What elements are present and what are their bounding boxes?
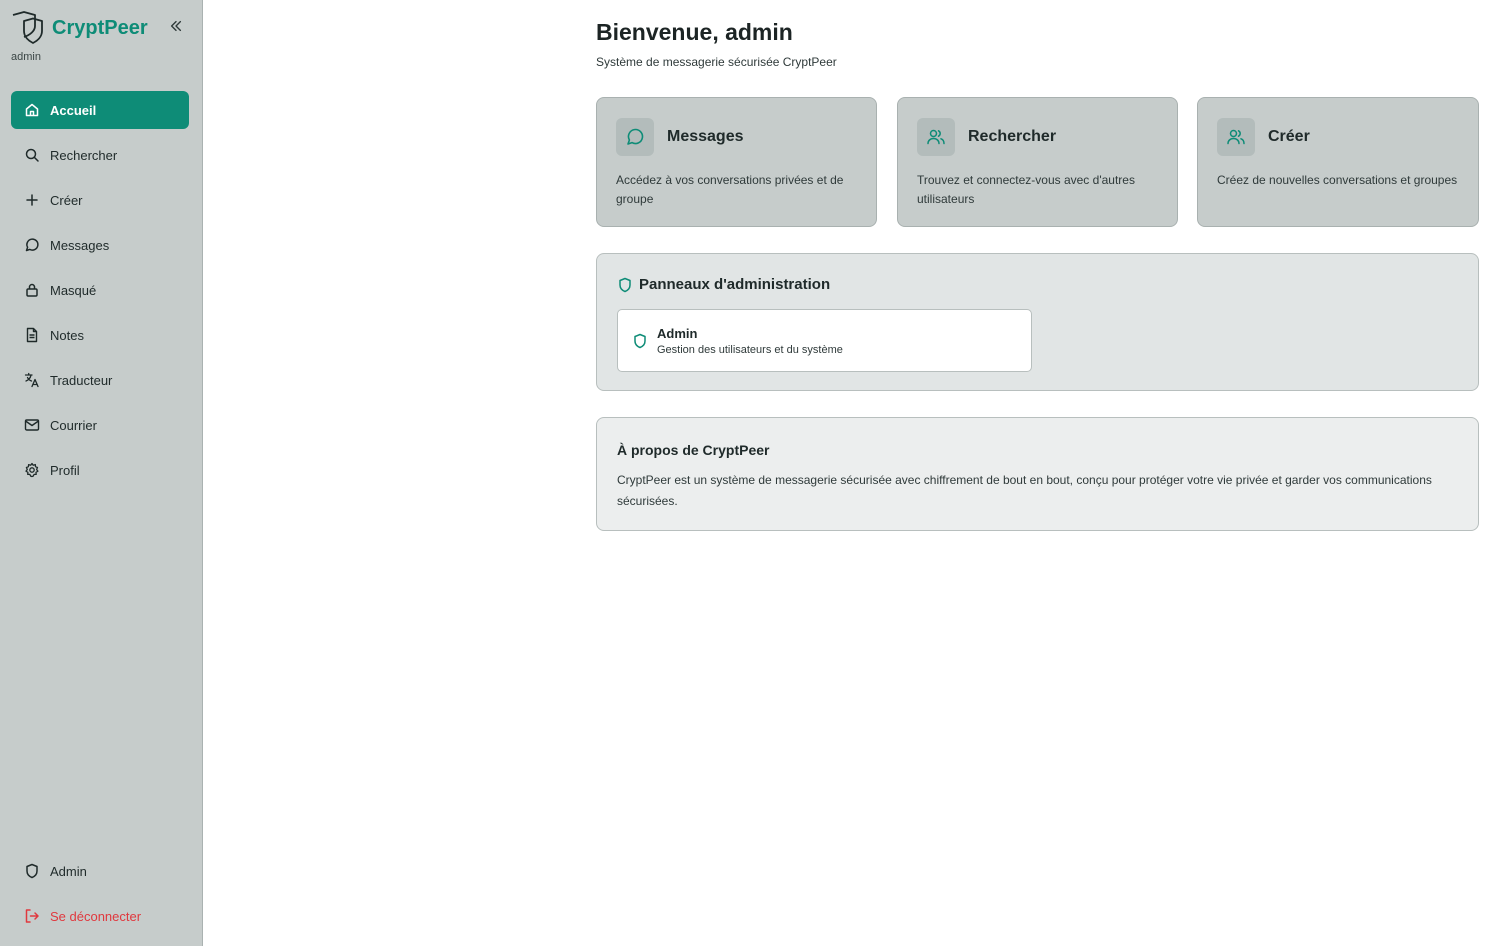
chevrons-left-icon <box>170 20 182 32</box>
search-icon <box>24 147 40 163</box>
users-icon <box>1217 118 1255 156</box>
sidebar-nav: Accueil Rechercher Créer Messages Masqué <box>11 91 189 496</box>
about-section: À propos de CryptPeer CryptPeer est un s… <box>596 417 1479 531</box>
lock-icon <box>24 282 40 298</box>
page-title: Bienvenue, admin <box>596 19 793 45</box>
sidebar-item-courrier[interactable]: Courrier <box>11 406 189 444</box>
about-text: CryptPeer est un système de messagerie s… <box>617 473 1432 508</box>
card-description: Créez de nouvelles conversations et grou… <box>1217 173 1458 187</box>
sidebar-item-creer[interactable]: Créer <box>11 181 189 219</box>
admin-panels-title: Panneaux d'administration <box>617 276 830 293</box>
sidebar-bottom: Admin Se déconnecter <box>11 852 189 942</box>
shield-icon <box>617 277 633 293</box>
card-title: Messages <box>667 128 744 145</box>
sidebar-item-label: Traducteur <box>50 372 113 388</box>
sidebar-item-label: Profil <box>50 462 80 478</box>
sidebar-item-label: Rechercher <box>50 147 118 163</box>
logout-icon <box>24 908 40 924</box>
sidebar-item-admin[interactable]: Admin <box>11 852 189 890</box>
card-title: Créer <box>1268 128 1310 145</box>
sidebar-item-label: Masqué <box>50 282 97 298</box>
admin-card-description: Gestion des utilisateurs et du système <box>657 344 843 356</box>
sidebar-item-rechercher[interactable]: Rechercher <box>11 136 189 174</box>
plus-icon <box>24 192 40 208</box>
sidebar-item-label: Notes <box>50 327 84 343</box>
collapse-sidebar-button[interactable] <box>166 16 186 36</box>
admin-panels-section: Panneaux d'administration Admin Gestion … <box>596 253 1479 391</box>
gear-icon <box>24 462 40 478</box>
mail-icon <box>24 417 40 433</box>
sidebar-item-label: Créer <box>50 192 83 208</box>
card-description: Accédez à vos conversations privées et d… <box>616 173 844 206</box>
shield-icon <box>632 333 648 349</box>
note-icon <box>24 327 40 343</box>
sidebar-item-accueil[interactable]: Accueil <box>11 91 189 129</box>
logout-label: Se déconnecter <box>50 908 142 924</box>
creer-card[interactable]: Créer Créez de nouvelles conversations e… <box>1197 97 1479 227</box>
messages-card[interactable]: Messages Accédez à vos conversations pri… <box>596 97 877 227</box>
admin-panel-card[interactable]: Admin Gestion des utilisateurs et du sys… <box>617 309 1032 372</box>
sidebar: CryptPeer admin Accueil Rechercher Créer <box>0 0 203 946</box>
sidebar-item-label: Messages <box>50 237 110 253</box>
logout-button[interactable]: Se déconnecter <box>11 897 189 935</box>
home-icon <box>24 102 40 118</box>
admin-card-title: Admin <box>657 326 698 341</box>
message-icon <box>24 237 40 253</box>
brand[interactable]: CryptPeer <box>10 10 148 46</box>
page-subtitle: Système de messagerie sécurisée CryptPee… <box>596 55 837 69</box>
sidebar-item-label: Accueil <box>50 102 97 118</box>
brand-username: admin <box>11 51 41 63</box>
card-title: Rechercher <box>968 128 1057 145</box>
brand-name: CryptPeer <box>52 16 148 39</box>
rechercher-card[interactable]: Rechercher Trouvez et connectez-vous ave… <box>897 97 1178 227</box>
sidebar-item-label: Admin <box>50 863 87 879</box>
message-icon <box>616 118 654 156</box>
sidebar-item-notes[interactable]: Notes <box>11 316 189 354</box>
section-title: Panneaux d'administration <box>639 276 831 293</box>
sidebar-item-masque[interactable]: Masqué <box>11 271 189 309</box>
sidebar-item-messages[interactable]: Messages <box>11 226 189 264</box>
translate-icon <box>24 372 40 388</box>
users-icon <box>917 118 955 156</box>
sidebar-item-label: Courrier <box>50 417 97 433</box>
shield-logo-icon <box>10 10 46 46</box>
sidebar-item-traducteur[interactable]: Traducteur <box>11 361 189 399</box>
sidebar-item-profil[interactable]: Profil <box>11 451 189 489</box>
card-description: Trouvez et connectez-vous avec d'autres … <box>917 173 1135 206</box>
shield-icon <box>24 863 40 879</box>
about-title: À propos de CryptPeer <box>617 442 770 458</box>
